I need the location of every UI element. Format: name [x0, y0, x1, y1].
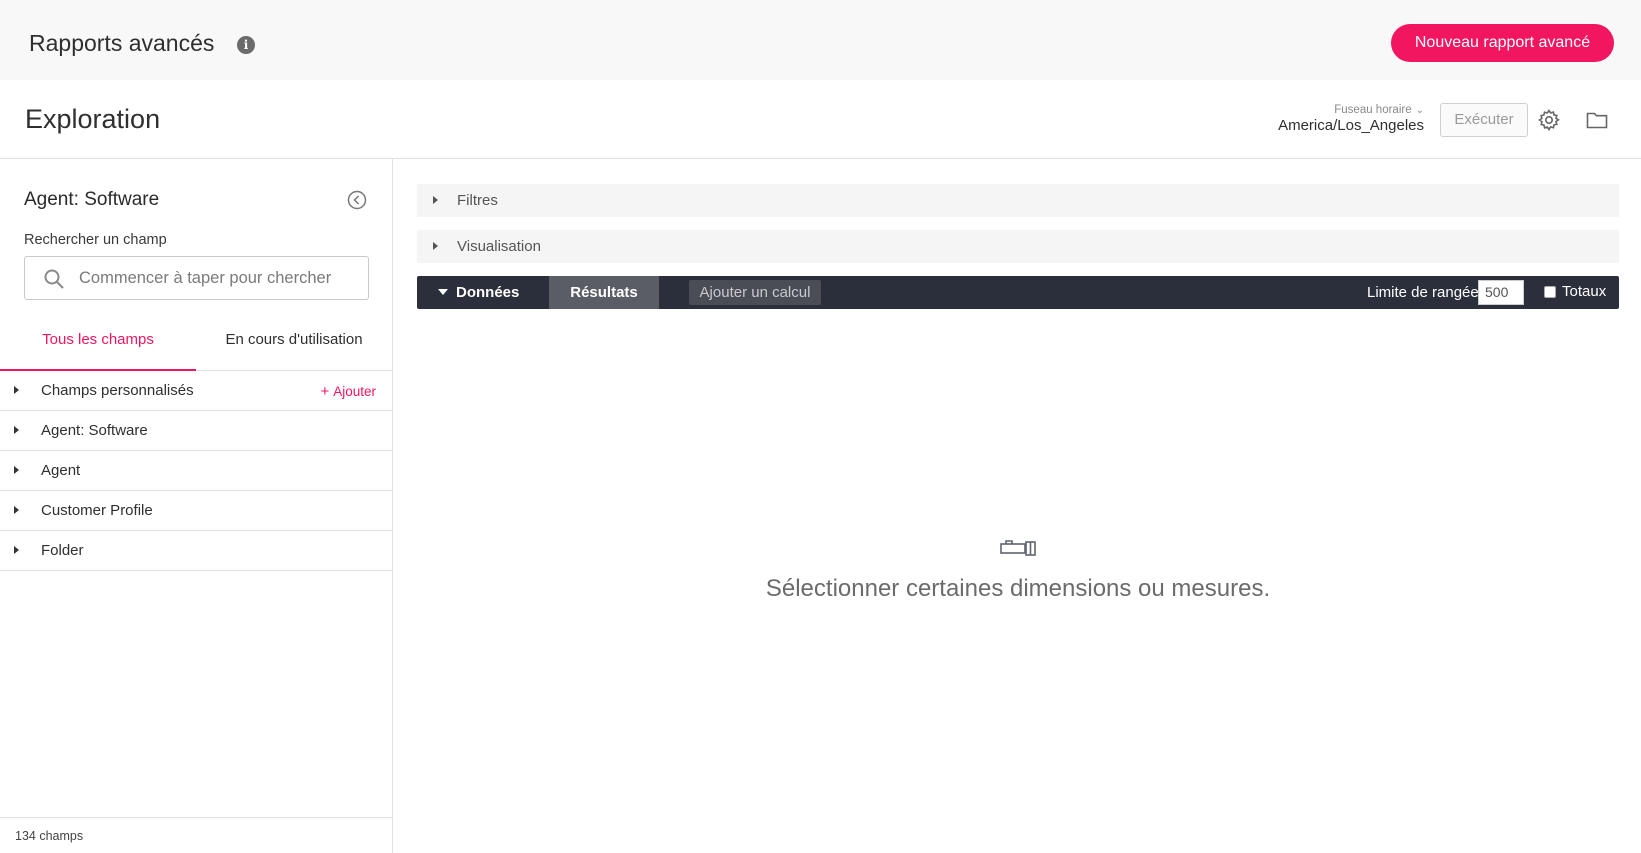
field-group-label: Agent: Software	[41, 422, 148, 439]
run-button[interactable]: Exécuter	[1440, 103, 1528, 137]
search-input[interactable]	[79, 257, 364, 299]
top-header: Rapports avancés i Nouveau rapport avanc…	[0, 0, 1641, 80]
visualization-section[interactable]: Visualisation	[417, 230, 1619, 263]
timezone-label: Fuseau horaire	[1334, 104, 1412, 116]
add-calculation-button[interactable]: Ajouter un calcul	[689, 280, 821, 305]
main-panel: Filtres Visualisation Données Résultats …	[394, 159, 1641, 853]
field-group-agent[interactable]: Agent	[0, 451, 392, 491]
data-toolbar: Données Résultats Ajouter un calcul Limi…	[417, 276, 1619, 309]
field-count: 134 champs	[15, 829, 84, 843]
caret-right-icon	[14, 426, 19, 434]
timezone-selector[interactable]: Fuseau horaire ⌄ America/Los_Angeles	[1278, 104, 1424, 134]
row-limit-input[interactable]: 500	[1478, 280, 1524, 305]
collapse-sidebar-icon[interactable]	[347, 190, 367, 210]
results-tab[interactable]: Résultats	[549, 276, 659, 309]
exploration-title: Exploration	[25, 104, 161, 134]
exploration-bar: Exploration Fuseau horaire ⌄ America/Los_…	[0, 80, 1641, 159]
caret-right-icon	[14, 386, 19, 394]
field-sidebar: Agent: Software Rechercher un champ Tous…	[0, 159, 393, 853]
filters-label: Filtres	[457, 192, 498, 209]
field-group-label: Customer Profile	[41, 502, 153, 519]
field-group-label: Folder	[41, 542, 84, 559]
caret-right-icon	[433, 242, 438, 250]
caret-right-icon	[433, 196, 438, 204]
plus-icon: +	[320, 383, 330, 400]
caret-down-icon	[438, 289, 448, 295]
field-group-custom-fields[interactable]: Champs personnalisés + Ajouter	[0, 371, 392, 411]
field-group-label: Agent	[41, 462, 81, 479]
gear-icon[interactable]	[1537, 108, 1561, 132]
totals-label: Totaux	[1562, 283, 1607, 300]
caret-right-icon	[14, 466, 19, 474]
timezone-value: America/Los_Angeles	[1278, 117, 1424, 134]
field-group-customer-profile[interactable]: Customer Profile	[0, 491, 392, 531]
filters-section[interactable]: Filtres	[417, 184, 1619, 217]
search-icon	[44, 269, 64, 289]
field-group-agent-software[interactable]: Agent: Software	[0, 411, 392, 451]
tab-all-fields[interactable]: Tous les champs	[0, 323, 196, 371]
search-label: Rechercher un champ	[24, 232, 167, 248]
data-label: Données	[456, 284, 520, 301]
row-limit-label: Limite de rangée	[1367, 284, 1479, 301]
totals-checkbox[interactable]	[1544, 286, 1556, 298]
field-group-folder[interactable]: Folder	[0, 531, 392, 571]
add-custom-field-button[interactable]: + Ajouter	[320, 383, 376, 400]
field-tabs: Tous les champs En cours d'utilisation	[0, 323, 392, 371]
sidebar-title: Agent: Software	[24, 189, 160, 210]
caret-right-icon	[14, 506, 19, 514]
dimension-icon	[1000, 540, 1036, 556]
visualization-label: Visualisation	[457, 238, 541, 255]
data-section-toggle[interactable]: Données	[417, 276, 549, 309]
field-list: Champs personnalisés + Ajouter Agent: Sof…	[0, 371, 392, 571]
tab-in-use[interactable]: En cours d'utilisation	[196, 323, 392, 371]
search-box	[24, 256, 369, 300]
new-advanced-report-button[interactable]: Nouveau rapport avancé	[1391, 24, 1614, 62]
empty-message: Sélectionner certaines dimensions ou mes…	[765, 575, 1271, 602]
field-group-label: Champs personnalisés	[41, 382, 194, 399]
page-title: Rapports avancés	[29, 30, 215, 56]
caret-right-icon	[14, 546, 19, 554]
field-count-footer: 134 champs	[0, 817, 392, 853]
folder-icon[interactable]	[1585, 108, 1609, 132]
info-icon[interactable]: i	[237, 36, 255, 54]
chevron-down-icon: ⌄	[1415, 105, 1424, 116]
empty-state: Sélectionner certaines dimensions ou mes…	[417, 539, 1619, 603]
